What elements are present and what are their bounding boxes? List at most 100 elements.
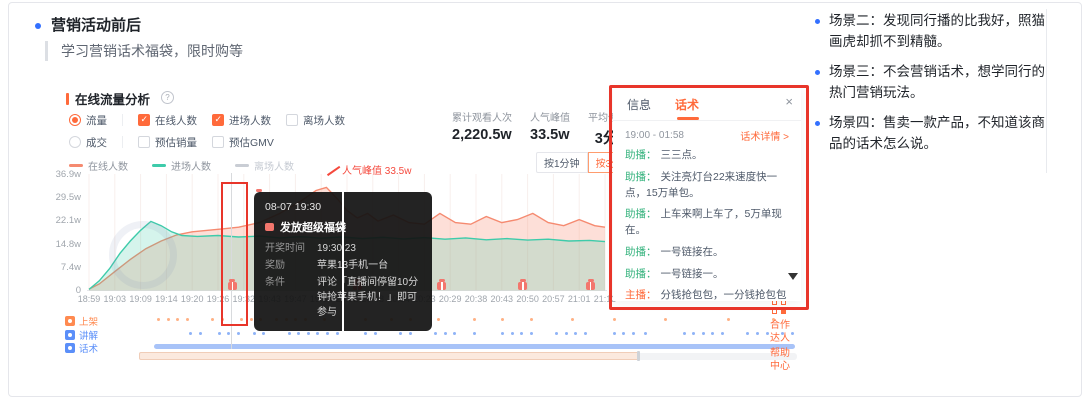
- checkbox-control[interactable]: [138, 136, 150, 148]
- qr-grid-icon[interactable]: [772, 300, 786, 314]
- event-dot: [746, 331, 750, 335]
- chat-message: 助播： 三三点。: [625, 148, 789, 164]
- event-row-label: 讲解: [65, 328, 98, 342]
- event-dot: [472, 318, 476, 321]
- chat-message: 助播： 一号链接一。: [625, 267, 789, 283]
- checkbox-control[interactable]: [286, 114, 298, 126]
- tooltip-label: 开奖时间: [265, 243, 305, 254]
- event-dot: [364, 331, 368, 335]
- section-subtitle: 学习营销话术福袋，限时购等: [45, 41, 243, 61]
- stat-value: 33.5w: [530, 127, 570, 143]
- legend-swatch: [235, 164, 249, 167]
- y-axis-tick: 36.9w: [55, 169, 81, 180]
- event-dot: [373, 331, 377, 335]
- event-dot: [211, 318, 215, 321]
- bullet-icon: [815, 69, 820, 75]
- bullet-icon: [815, 19, 820, 24]
- event-dot: [644, 331, 648, 335]
- checkbox-control[interactable]: [212, 136, 224, 148]
- event-row-text: 讲解: [79, 330, 99, 342]
- event-dot: [220, 318, 224, 321]
- event-dot: [189, 331, 193, 335]
- chat-message: 助播： 上车来啊上车了，5万单现在。: [625, 207, 789, 239]
- gift-marker-icon[interactable]: [437, 279, 447, 290]
- radio-control[interactable]: [69, 114, 81, 126]
- event-dot: [166, 318, 170, 321]
- tab-info[interactable]: 信息: [627, 96, 651, 120]
- event-dot: [663, 318, 667, 321]
- event-dot: [287, 331, 291, 335]
- event-row-label: 上架: [65, 314, 98, 328]
- message-text: 一号链接一。: [660, 267, 724, 280]
- close-icon[interactable]: ×: [785, 94, 793, 109]
- stat-value: 2,220.5w: [452, 127, 512, 143]
- event-dot: [176, 318, 180, 321]
- filter-label: 在线人数: [155, 114, 197, 127]
- interval-button[interactable]: 按1分钟: [536, 152, 588, 173]
- event-dot: [501, 318, 505, 321]
- event-dot: [631, 331, 635, 335]
- event-dot: [217, 331, 221, 335]
- event-dot: [520, 331, 524, 335]
- gift-marker-icon[interactable]: [227, 279, 237, 290]
- gift-marker-icon[interactable]: [518, 279, 528, 290]
- message-text: 一号链接在。: [660, 245, 724, 258]
- stat-label: 人气峰值: [530, 113, 570, 124]
- list-item: 场景三：不会营销话术，想学同行的热门营销玩法。: [815, 62, 1045, 104]
- event-dot: [529, 331, 533, 335]
- event-dot: [682, 331, 686, 335]
- event-dot: [262, 331, 266, 335]
- chat-message: 主播：分钱抢包包，一分钱抢包包上车。: [625, 288, 789, 301]
- list-item: 场景四：售卖一款产品，不知道该商品的话术怎么说。: [815, 113, 1045, 155]
- help-center-button[interactable]: 帮助中心: [770, 347, 794, 373]
- event-dot: [727, 318, 731, 321]
- gift-marker-icon[interactable]: [586, 279, 596, 290]
- content-card: 营销活动前后 学习营销话术福袋，限时购等 场景二：发现同行播的比我好，照猫画虎却…: [8, 2, 1082, 397]
- event-dot: [325, 331, 329, 335]
- peak-annotation: 人气峰值 33.5w: [342, 166, 412, 177]
- event-dot: [583, 331, 587, 335]
- brush-handle[interactable]: [637, 351, 640, 361]
- event-dot: [434, 331, 438, 335]
- tab-script[interactable]: 话术: [675, 96, 700, 120]
- bullet-icon: [35, 23, 41, 29]
- event-dot: [571, 318, 575, 321]
- event-dot: [564, 331, 568, 335]
- event-dot: [185, 318, 189, 321]
- speaker-label: 主播：: [625, 289, 657, 301]
- y-axis-tick: 7.4w: [60, 261, 81, 273]
- event-dot: [701, 331, 705, 335]
- speaker-label: 助播：: [625, 245, 657, 258]
- partner-button[interactable]: 合作达人: [770, 319, 794, 345]
- filter-item[interactable]: 预估GMV: [212, 135, 274, 150]
- chat-message: 助播： 关注亮灯台22来速度快一点，15万单包。: [625, 170, 789, 202]
- message-text: 三三点。: [660, 149, 703, 161]
- script-detail-link[interactable]: 话术详情 >: [740, 128, 789, 143]
- checkbox-control[interactable]: [138, 114, 150, 126]
- filter-item[interactable]: 在线人数: [138, 113, 197, 128]
- filter-item[interactable]: 预估销量: [138, 135, 197, 150]
- filter-item[interactable]: 进场人数: [212, 113, 271, 128]
- filter-item[interactable]: 流量: [69, 113, 107, 128]
- event-row-icon: [65, 316, 75, 326]
- checkbox-control[interactable]: [212, 114, 224, 126]
- event-dot: [711, 331, 715, 335]
- event-dot: [472, 331, 476, 335]
- event-row-text: 话术: [79, 344, 99, 355]
- chevron-down-icon[interactable]: [788, 273, 798, 280]
- radio-control[interactable]: [69, 136, 81, 148]
- scenario-list: 场景二：发现同行播的比我好，照猫画虎却抓不到精髓。 场景三：不会营销话术，想学同行…: [815, 11, 1045, 164]
- title-accent-bar: [66, 93, 69, 105]
- brush-selection[interactable]: [139, 352, 639, 360]
- info-icon[interactable]: ?: [161, 91, 174, 104]
- script-panel: × 信息 话术 19:00 - 01:58 话术详情 > 助播： 三三点。 助播：关…: [613, 88, 801, 301]
- divider: [122, 114, 123, 126]
- filter-item[interactable]: 离场人数: [286, 113, 345, 128]
- filter-item[interactable]: 成交: [69, 135, 107, 150]
- page-title: 营销活动前后: [51, 17, 142, 34]
- filter-label: 离场人数: [303, 114, 345, 127]
- divider: [1046, 9, 1047, 173]
- event-dot: [501, 331, 505, 335]
- event-dot: [510, 331, 514, 335]
- event-dot: [555, 331, 559, 335]
